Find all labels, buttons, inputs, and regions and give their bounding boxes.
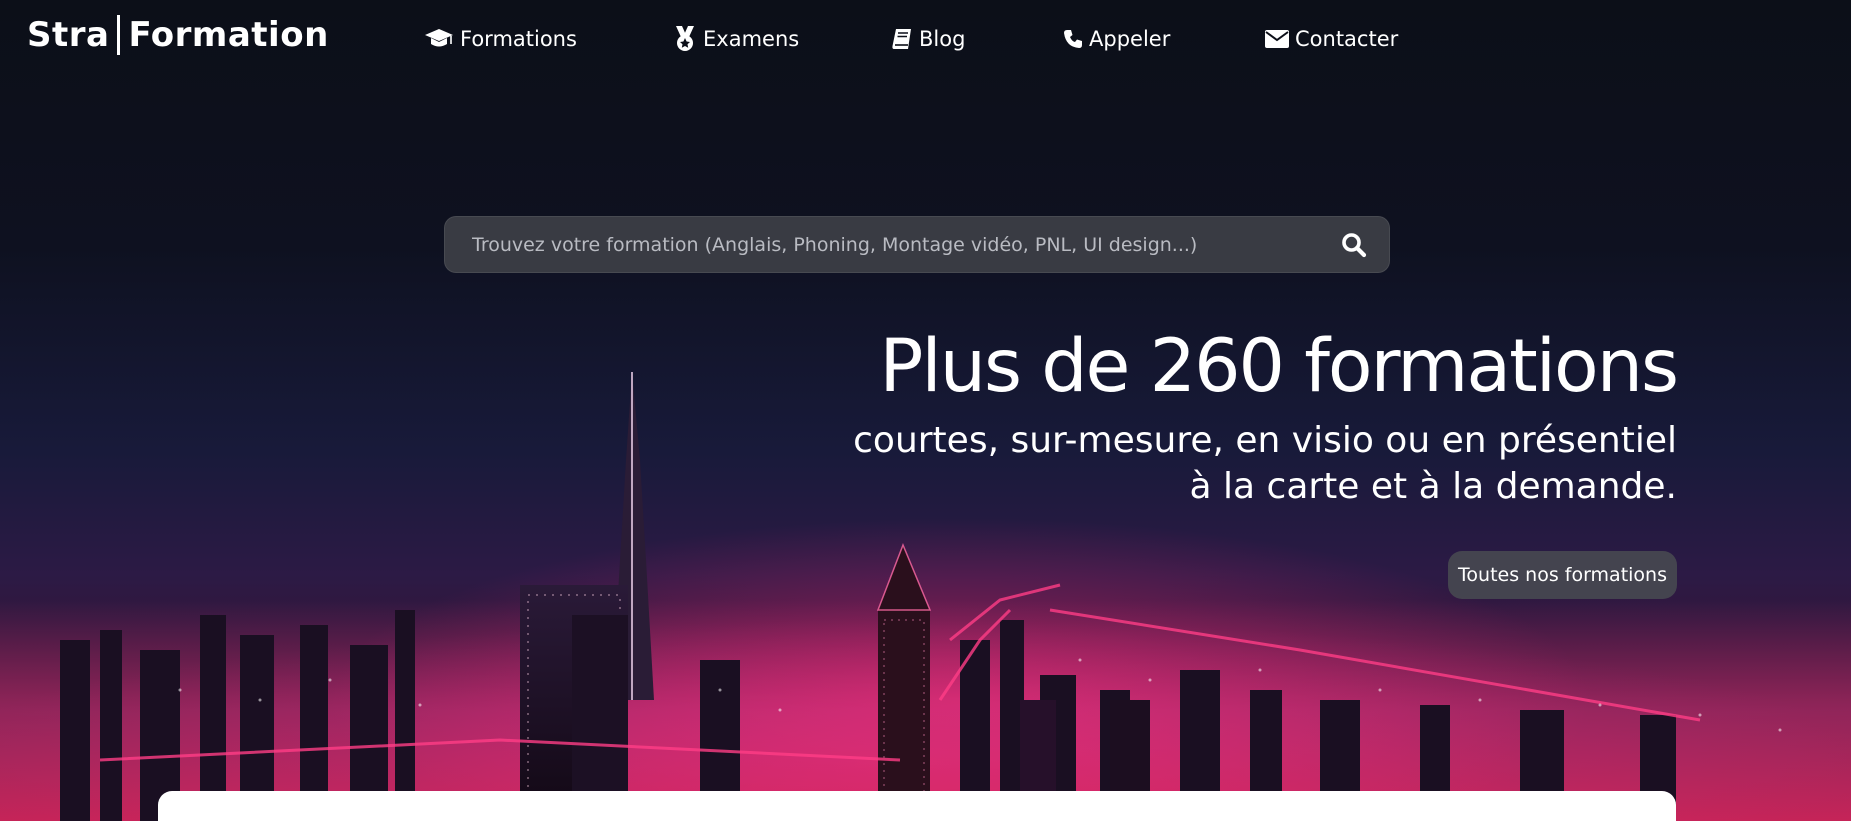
nav-examens[interactable]: Examens xyxy=(673,22,799,56)
nav-formations[interactable]: Formations xyxy=(424,22,577,56)
hero-subtitle-line2: à la carte et à la demande. xyxy=(1189,466,1677,507)
nav-blog-label: Blog xyxy=(919,27,966,51)
site-logo[interactable]: Stra Formation xyxy=(27,14,329,56)
nav-appeler[interactable]: Appeler xyxy=(1063,22,1170,56)
all-formations-button[interactable]: Toutes nos formations xyxy=(1448,551,1677,599)
medal-icon xyxy=(676,26,694,51)
search-input[interactable] xyxy=(472,217,1312,272)
nav-appeler-label: Appeler xyxy=(1089,27,1171,51)
search-icon xyxy=(1342,233,1367,258)
search-button[interactable] xyxy=(1341,232,1367,258)
logo-text-left: Stra xyxy=(27,15,110,55)
graduation-cap-icon xyxy=(425,29,453,47)
nav-blog[interactable]: Blog xyxy=(891,22,965,56)
logo-separator xyxy=(117,15,121,55)
phone-icon xyxy=(1064,30,1082,48)
nav-formations-label: Formations xyxy=(460,27,577,51)
content-card-top xyxy=(158,791,1676,821)
hero-subtitle-line1: courtes, sur-mesure, en visio ou en prés… xyxy=(853,420,1677,461)
nav-contacter-label: Contacter xyxy=(1295,27,1399,51)
nav-examens-label: Examens xyxy=(703,27,800,51)
page: Stra Formation Formations Examens Blog A… xyxy=(0,0,1851,821)
envelope-icon xyxy=(1265,30,1289,48)
search-bar xyxy=(444,216,1390,273)
book-icon xyxy=(892,29,911,49)
hero-title: Plus de 260 formations xyxy=(879,324,1679,409)
site-header: Stra Formation Formations Examens Blog A… xyxy=(0,0,1851,78)
logo-text-right: Formation xyxy=(128,15,329,55)
nav-contacter[interactable]: Contacter xyxy=(1265,22,1398,56)
